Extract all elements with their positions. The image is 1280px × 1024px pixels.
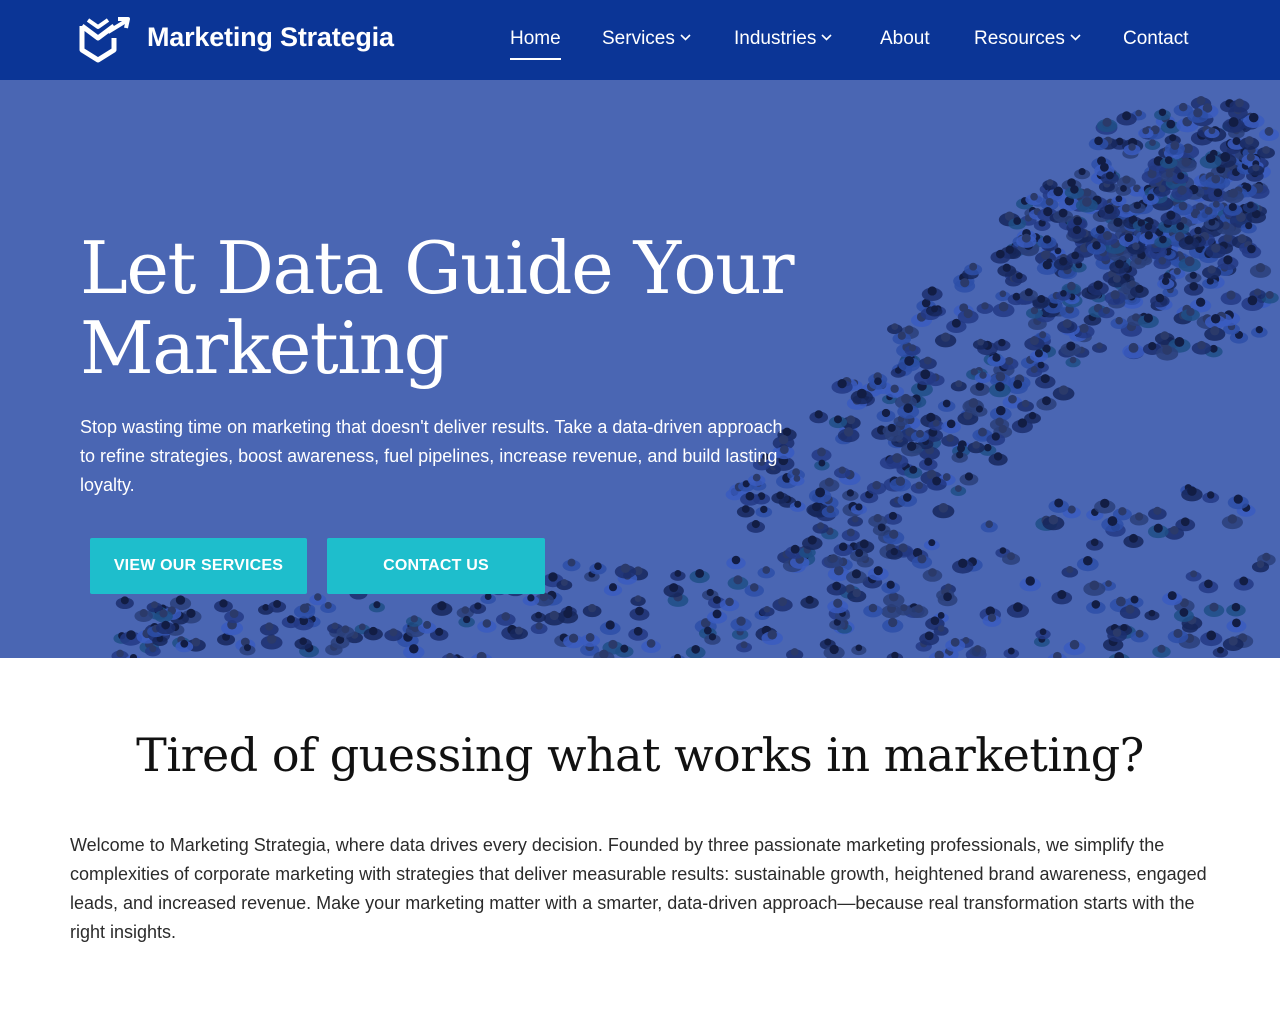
chevron-down-icon xyxy=(680,34,691,41)
nav-about[interactable]: About xyxy=(880,28,930,50)
chevron-down-icon xyxy=(821,34,832,41)
nav-contact[interactable]: Contact xyxy=(1123,28,1188,50)
nav-resources-label: Resources xyxy=(974,28,1065,49)
brand-logo-icon[interactable] xyxy=(78,16,130,64)
nav-services-label: Services xyxy=(602,28,675,49)
view-services-button[interactable]: View Our Services xyxy=(90,538,307,594)
intro-heading: Tired of guessing what works in marketin… xyxy=(136,728,1144,782)
nav-home[interactable]: Home xyxy=(510,28,561,60)
hero-title: Let Data Guide Your Marketing xyxy=(80,228,840,388)
hero-section: Let Data Guide Your Marketing Stop wasti… xyxy=(0,80,1280,658)
nav-industries[interactable]: Industries xyxy=(734,28,832,50)
nav-home-label: Home xyxy=(510,28,561,49)
hero-title-line-1: Let Data Guide Your xyxy=(80,226,795,310)
nav-contact-label: Contact xyxy=(1123,28,1189,49)
intro-paragraph: Welcome to Marketing Strategia, where da… xyxy=(70,835,1207,942)
nav-about-label: About xyxy=(880,28,930,49)
brand-name[interactable]: Marketing Strategia xyxy=(147,22,394,53)
chevron-down-icon xyxy=(1070,34,1081,41)
site-header: Marketing Strategia Home Services Indust… xyxy=(0,0,1280,80)
hero-title-line-2: Marketing xyxy=(80,306,450,390)
contact-us-button[interactable]: Contact Us xyxy=(327,538,545,594)
active-indicator xyxy=(510,58,561,60)
nav-industries-label: Industries xyxy=(734,28,817,49)
hero-description: Stop wasting time on marketing that does… xyxy=(80,417,783,495)
nav-services[interactable]: Services xyxy=(602,28,691,50)
nav-resources[interactable]: Resources xyxy=(974,28,1081,50)
